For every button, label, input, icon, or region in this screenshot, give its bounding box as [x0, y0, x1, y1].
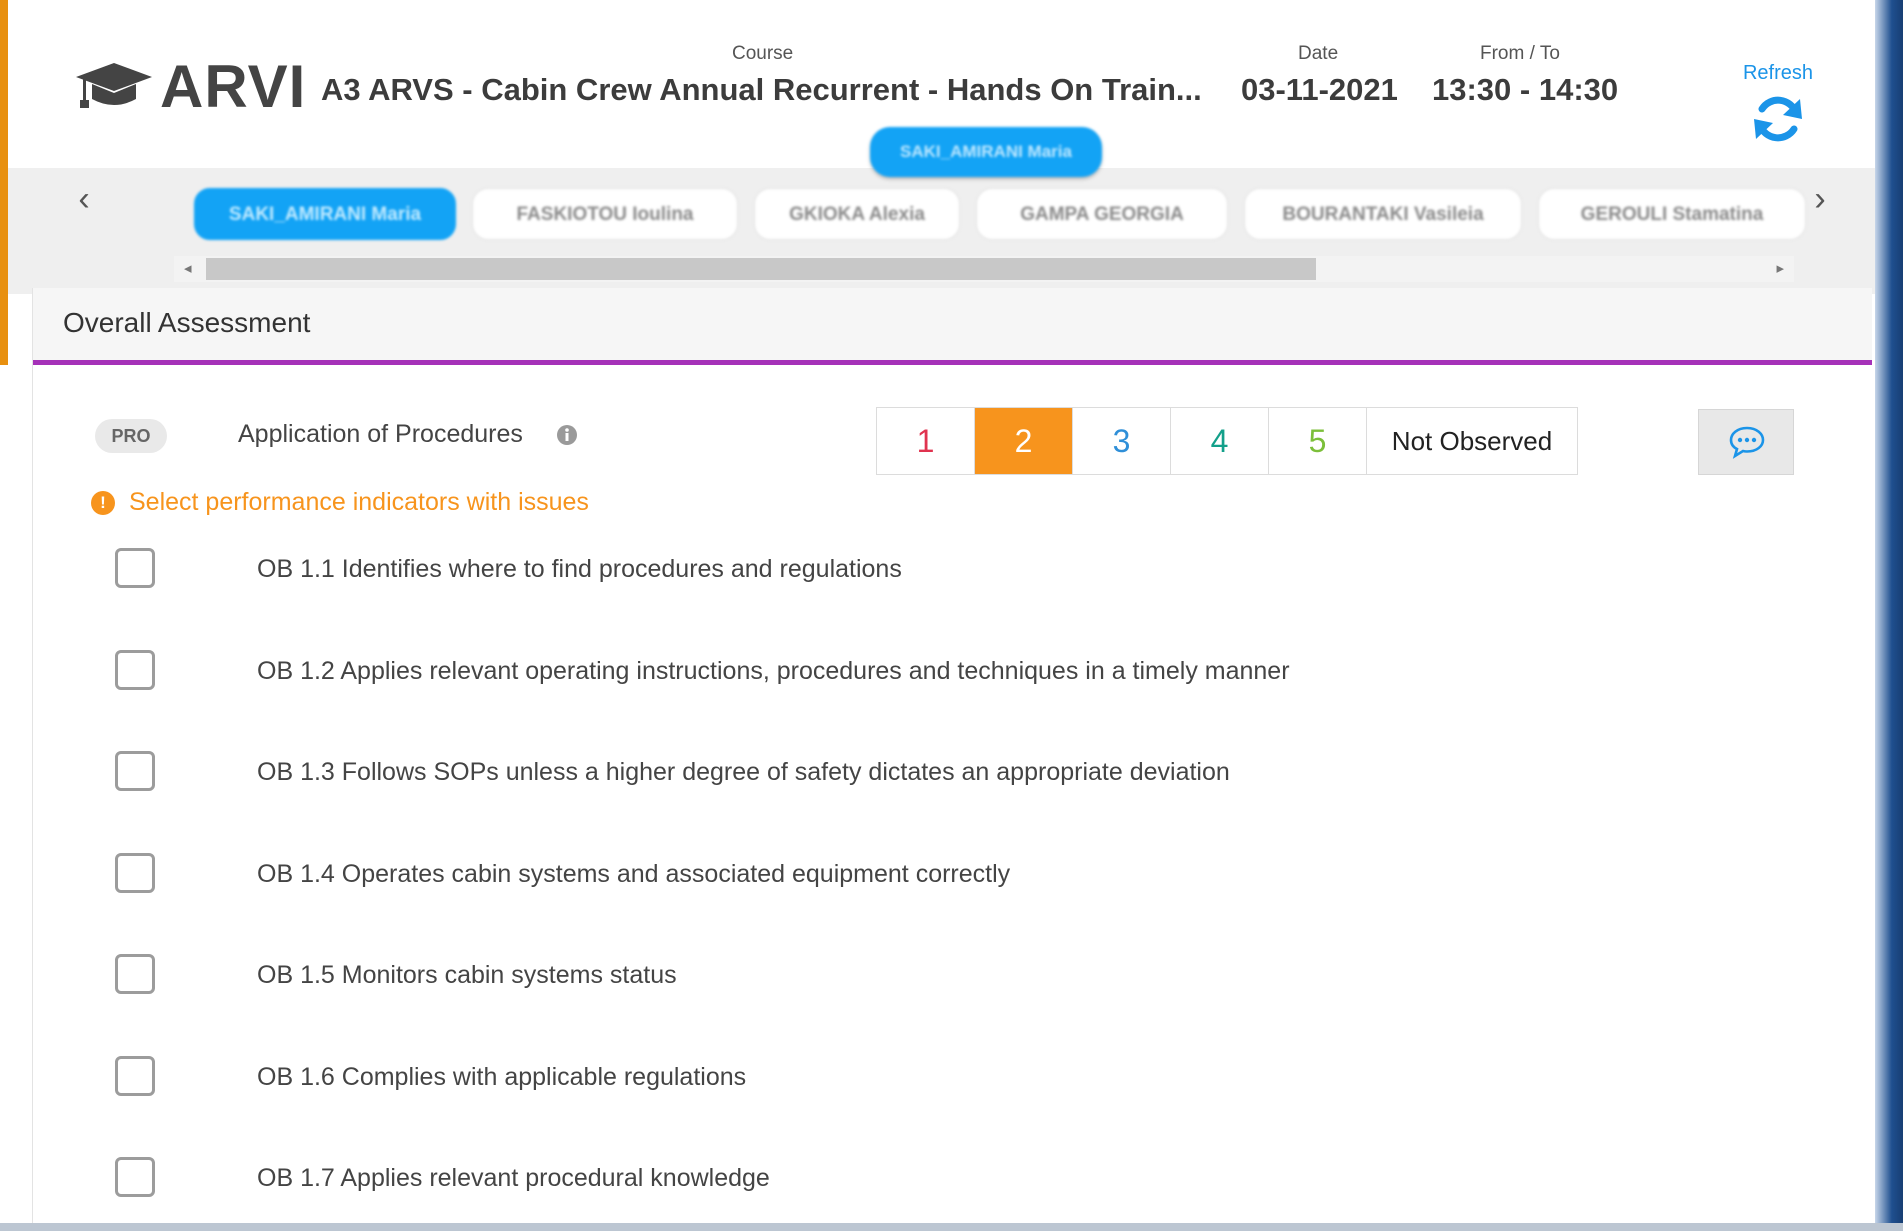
rating-4-button[interactable]: 4	[1171, 408, 1269, 474]
logo: ARVI	[74, 52, 306, 121]
indicator-label: OB 1.7 Applies relevant procedural knowl…	[257, 1164, 770, 1192]
trainee-selector: ‹ SAKI_AMIRANI Maria FASKIOTOU Ioulina G…	[8, 168, 1875, 294]
indicator-row: OB 1.3 Follows SOPs unless a higher degr…	[33, 747, 1872, 849]
trainee-chip[interactable]: GKIOKA Alexia	[754, 188, 960, 240]
section-title: Overall Assessment	[63, 307, 311, 338]
horizontal-scrollbar[interactable]: ◂ ▸	[174, 256, 1794, 282]
scroll-left-icon[interactable]: ◂	[184, 259, 192, 277]
indicator-checkbox[interactable]	[115, 954, 155, 994]
scrollbar-thumb[interactable]	[206, 258, 1316, 280]
date-value: 03-11-2021	[1241, 72, 1398, 107]
indicator-checkbox[interactable]	[115, 649, 155, 690]
bottom-accent-strip	[0, 1223, 1903, 1231]
app-window: ARVI Course A3 ARVS - Cabin Crew Annual …	[8, 6, 1875, 1223]
comment-icon	[1729, 426, 1765, 459]
indicator-label: OB 1.3 Follows SOPs unless a higher degr…	[257, 758, 1230, 786]
rating-5-button[interactable]: 5	[1269, 408, 1367, 474]
comment-button[interactable]	[1698, 409, 1794, 475]
indicator-row: OB 1.1 Identifies where to find procedur…	[33, 544, 1872, 646]
rating-3-button[interactable]: 3	[1073, 408, 1171, 474]
section-header: Overall Assessment	[33, 288, 1872, 365]
time-value: 13:30 - 14:30	[1432, 72, 1619, 107]
indicator-row: OB 1.4 Operates cabin systems and associ…	[33, 849, 1872, 951]
trainee-chip[interactable]: GAMPA GEORGIA	[976, 188, 1228, 240]
indicator-checkbox[interactable]	[115, 1157, 155, 1197]
refresh-icon	[1754, 96, 1802, 142]
info-icon[interactable]	[557, 425, 577, 445]
indicator-row: OB 1.2 Applies relevant operating instru…	[33, 646, 1872, 748]
time-label: From / To	[1480, 43, 1560, 64]
current-trainee-pill[interactable]: SAKI_AMIRANI Maria	[870, 127, 1102, 177]
indicator-label: OB 1.1 Identifies where to find procedur…	[257, 555, 902, 583]
course-label: Course	[732, 43, 794, 64]
competency-badge: PRO	[95, 419, 167, 453]
indicator-checkbox[interactable]	[115, 1055, 155, 1096]
competency-name: Application of Procedures	[238, 420, 523, 448]
indicator-checkbox[interactable]	[115, 548, 155, 588]
rating-2-button[interactable]: 2	[975, 408, 1073, 474]
scroll-right-icon[interactable]: ▸	[1776, 259, 1784, 277]
graduation-cap-icon	[76, 62, 152, 108]
indicator-label: OB 1.4 Operates cabin systems and associ…	[257, 859, 1011, 888]
warning-text: Select performance indicators with issue…	[129, 488, 589, 516]
indicator-row: OB 1.6 Complies with applicable regulati…	[33, 1052, 1872, 1154]
rating-selector: 1 2 3 4 5 Not Observed	[876, 407, 1578, 475]
indicator-checkbox[interactable]	[115, 751, 155, 791]
rating-1-button[interactable]: 1	[877, 408, 975, 474]
indicator-row: OB 1.7 Applies relevant procedural knowl…	[33, 1153, 1872, 1223]
left-accent-strip	[0, 0, 8, 365]
indicator-checkbox[interactable]	[115, 852, 155, 893]
brand-name: ARVI	[160, 53, 307, 120]
warning-icon: !	[91, 490, 115, 515]
previous-arrow-icon[interactable]: ‹	[64, 180, 104, 219]
indicator-row: OB 1.5 Monitors cabin systems status	[33, 950, 1872, 1052]
date-label: Date	[1298, 43, 1339, 64]
warning-message: ! Select performance indicators with iss…	[91, 488, 589, 517]
refresh-label: Refresh	[1742, 62, 1814, 84]
indicator-list: OB 1.1 Identifies where to find procedur…	[33, 544, 1872, 1223]
course-value: A3 ARVS - Cabin Crew Annual Recurrent - …	[321, 72, 1202, 107]
refresh-button[interactable]: Refresh	[1718, 62, 1838, 147]
indicator-label: OB 1.6 Complies with applicable regulati…	[257, 1062, 747, 1091]
trainee-list: SAKI_AMIRANI Maria FASKIOTOU Ioulina GKI…	[194, 188, 1806, 240]
right-accent-strip	[1875, 0, 1903, 1231]
trainee-chip[interactable]: BOURANTAKI Vasileia	[1244, 188, 1522, 240]
not-observed-button[interactable]: Not Observed	[1367, 408, 1577, 474]
assessment-card: Overall Assessment PRO Application of Pr…	[32, 288, 1872, 1223]
trainee-chip[interactable]: SAKI_AMIRANI Maria	[194, 188, 456, 240]
indicator-label: OB 1.5 Monitors cabin systems status	[257, 961, 677, 989]
trainee-chip[interactable]: FASKIOTOU Ioulina	[472, 188, 738, 240]
next-arrow-icon[interactable]: ›	[1800, 180, 1840, 219]
trainee-chip[interactable]: GEROULI Stamatina	[1538, 188, 1806, 240]
indicator-label: OB 1.2 Applies relevant operating instru…	[257, 656, 1290, 685]
